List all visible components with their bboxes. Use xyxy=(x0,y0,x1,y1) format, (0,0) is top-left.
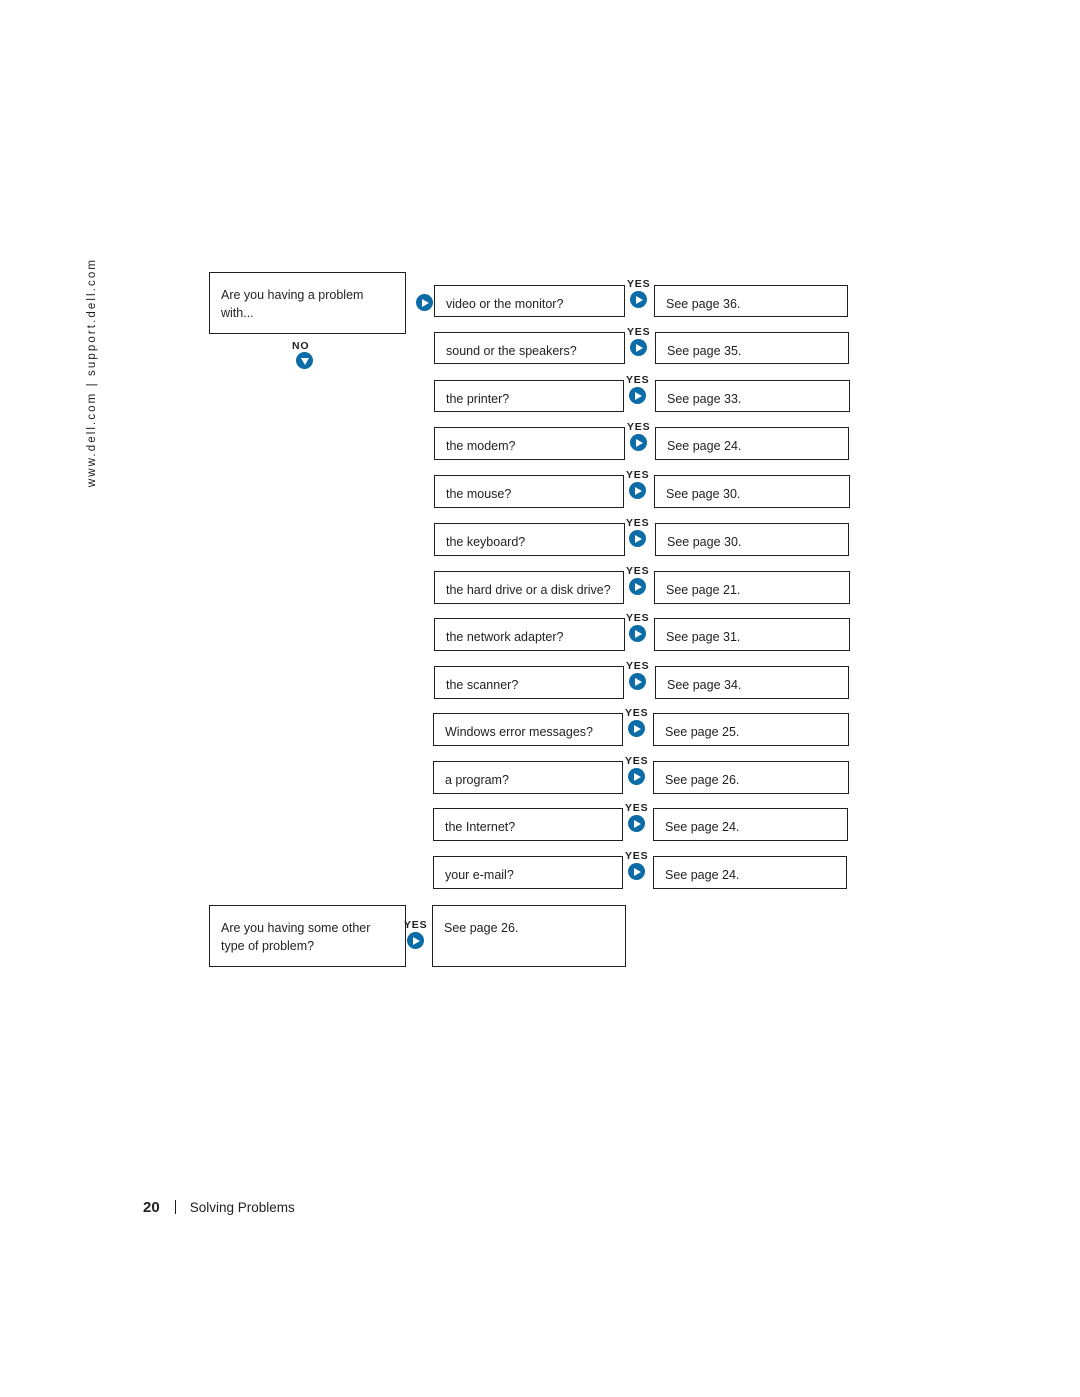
flow-other-yes-label: YES xyxy=(404,919,428,931)
flow-yes-label: YES xyxy=(625,707,649,719)
flow-yes-arrow-icon xyxy=(628,720,645,737)
flow-yes-label: YES xyxy=(625,802,649,814)
flow-yes-arrow-icon xyxy=(629,578,646,595)
flow-question-text: the scanner? xyxy=(446,678,519,692)
flow-answer-text: See page 21. xyxy=(666,583,741,597)
flow-question-text: your e-mail? xyxy=(445,868,514,882)
flow-yes-label: YES xyxy=(626,612,650,624)
flow-answer-text: See page 24. xyxy=(665,820,740,834)
flow-answer-text: See page 31. xyxy=(666,630,741,644)
footer-page-number: 20 xyxy=(143,1199,160,1216)
flow-answer-box: See page 30. xyxy=(654,475,850,508)
flow-yes-label: YES xyxy=(627,326,651,338)
side-url: www.dell.com | support.dell.com xyxy=(86,0,98,487)
flow-question-text: Windows error messages? xyxy=(445,725,593,739)
flow-intro-box: Are you having a problem with... xyxy=(209,272,406,334)
flow-answer-text: See page 30. xyxy=(666,487,741,501)
flow-answer-text: See page 24. xyxy=(667,439,742,453)
flow-question-box: the printer? xyxy=(434,380,624,412)
flow-yes-arrow-icon xyxy=(629,673,646,690)
side-url-text: www.dell.com | support.dell.com xyxy=(86,258,98,488)
flow-yes-label: YES xyxy=(625,755,649,767)
footer-divider xyxy=(174,1200,176,1214)
flow-answer-box: See page 34. xyxy=(655,666,849,699)
flow-yes-label: YES xyxy=(627,421,651,433)
flow-answer-text: See page 30. xyxy=(667,535,742,549)
flow-yes-arrow-icon xyxy=(630,434,647,451)
flow-yes-arrow-icon xyxy=(628,863,645,880)
flow-answer-box: See page 24. xyxy=(653,856,847,889)
flow-question-text: the Internet? xyxy=(445,820,516,834)
flow-question-text: a program? xyxy=(445,773,509,787)
flow-yes-label: YES xyxy=(626,660,650,672)
flow-yes-label: YES xyxy=(626,517,650,529)
flow-yes-label: YES xyxy=(626,469,650,481)
flow-question-box: the modem? xyxy=(434,427,625,460)
flow-yes-arrow-icon xyxy=(628,815,645,832)
flow-yes-label: YES xyxy=(626,565,650,577)
flow-answer-box: See page 24. xyxy=(653,808,848,841)
page-footer: 20 Solving Problems xyxy=(143,1198,295,1216)
intro-no-label: NO xyxy=(292,340,310,352)
flow-answer-box: See page 30. xyxy=(655,523,849,556)
flow-yes-arrow-icon xyxy=(629,625,646,642)
flow-question-box: the hard drive or a disk drive? xyxy=(434,571,624,604)
flow-answer-text: See page 33. xyxy=(667,392,742,406)
flow-answer-box: See page 33. xyxy=(655,380,850,412)
flow-yes-arrow-icon xyxy=(629,482,646,499)
flow-yes-arrow-icon xyxy=(630,339,647,356)
intro-no-arrow-icon xyxy=(296,352,313,369)
flow-answer-box: See page 35. xyxy=(655,332,849,364)
flow-other-answer-box: See page 26. xyxy=(432,905,626,967)
flow-question-box: the network adapter? xyxy=(434,618,625,651)
flow-yes-arrow-icon xyxy=(630,291,647,308)
flow-question-text: the keyboard? xyxy=(446,535,526,549)
flow-yes-label: YES xyxy=(625,850,649,862)
flow-answer-text: See page 36. xyxy=(666,297,741,311)
flow-answer-text: See page 26. xyxy=(665,773,740,787)
flow-answer-box: See page 21. xyxy=(654,571,850,604)
flow-question-text: the network adapter? xyxy=(446,630,564,644)
flow-question-box: the keyboard? xyxy=(434,523,625,556)
flow-question-text: sound or the speakers? xyxy=(446,344,577,358)
flow-answer-text: See page 34. xyxy=(667,678,742,692)
flow-other-question-box: Are you having some other type of proble… xyxy=(209,905,406,967)
flow-question-text: the printer? xyxy=(446,392,510,406)
flow-question-text: the mouse? xyxy=(446,487,512,501)
flow-yes-arrow-icon xyxy=(628,768,645,785)
flow-answer-box: See page 26. xyxy=(653,761,849,794)
flow-answer-box: See page 25. xyxy=(653,713,849,746)
flow-intro-text: Are you having a problem with... xyxy=(221,288,364,321)
flow-answer-text: See page 25. xyxy=(665,725,740,739)
flow-question-box: sound or the speakers? xyxy=(434,332,625,364)
intro-yes-arrow-icon xyxy=(416,294,433,311)
flow-question-box: a program? xyxy=(433,761,623,794)
flow-answer-box: See page 36. xyxy=(654,285,848,317)
flow-answer-text: See page 24. xyxy=(665,868,740,882)
flow-question-text: video or the monitor? xyxy=(446,297,564,311)
flow-yes-label: YES xyxy=(626,374,650,386)
flow-other-question-text: Are you having some other type of proble… xyxy=(221,921,371,954)
flow-answer-text: See page 35. xyxy=(667,344,742,358)
flow-answer-box: See page 24. xyxy=(655,427,849,460)
flow-question-box: video or the monitor? xyxy=(434,285,625,317)
flow-question-text: the hard drive or a disk drive? xyxy=(446,583,611,597)
flow-question-text: the modem? xyxy=(446,439,516,453)
flow-other-yes-arrow-icon xyxy=(407,932,424,949)
flow-answer-box: See page 31. xyxy=(654,618,850,651)
flow-yes-arrow-icon xyxy=(629,387,646,404)
flow-question-box: the mouse? xyxy=(434,475,624,508)
flow-question-box: the scanner? xyxy=(434,666,624,699)
flow-question-box: your e-mail? xyxy=(433,856,623,889)
flow-question-box: the Internet? xyxy=(433,808,623,841)
flow-other-answer-text: See page 26. xyxy=(444,921,519,935)
flow-yes-arrow-icon xyxy=(629,530,646,547)
flow-yes-label: YES xyxy=(627,278,651,290)
footer-chapter-title: Solving Problems xyxy=(189,1200,295,1215)
flow-question-box: Windows error messages? xyxy=(433,713,623,746)
